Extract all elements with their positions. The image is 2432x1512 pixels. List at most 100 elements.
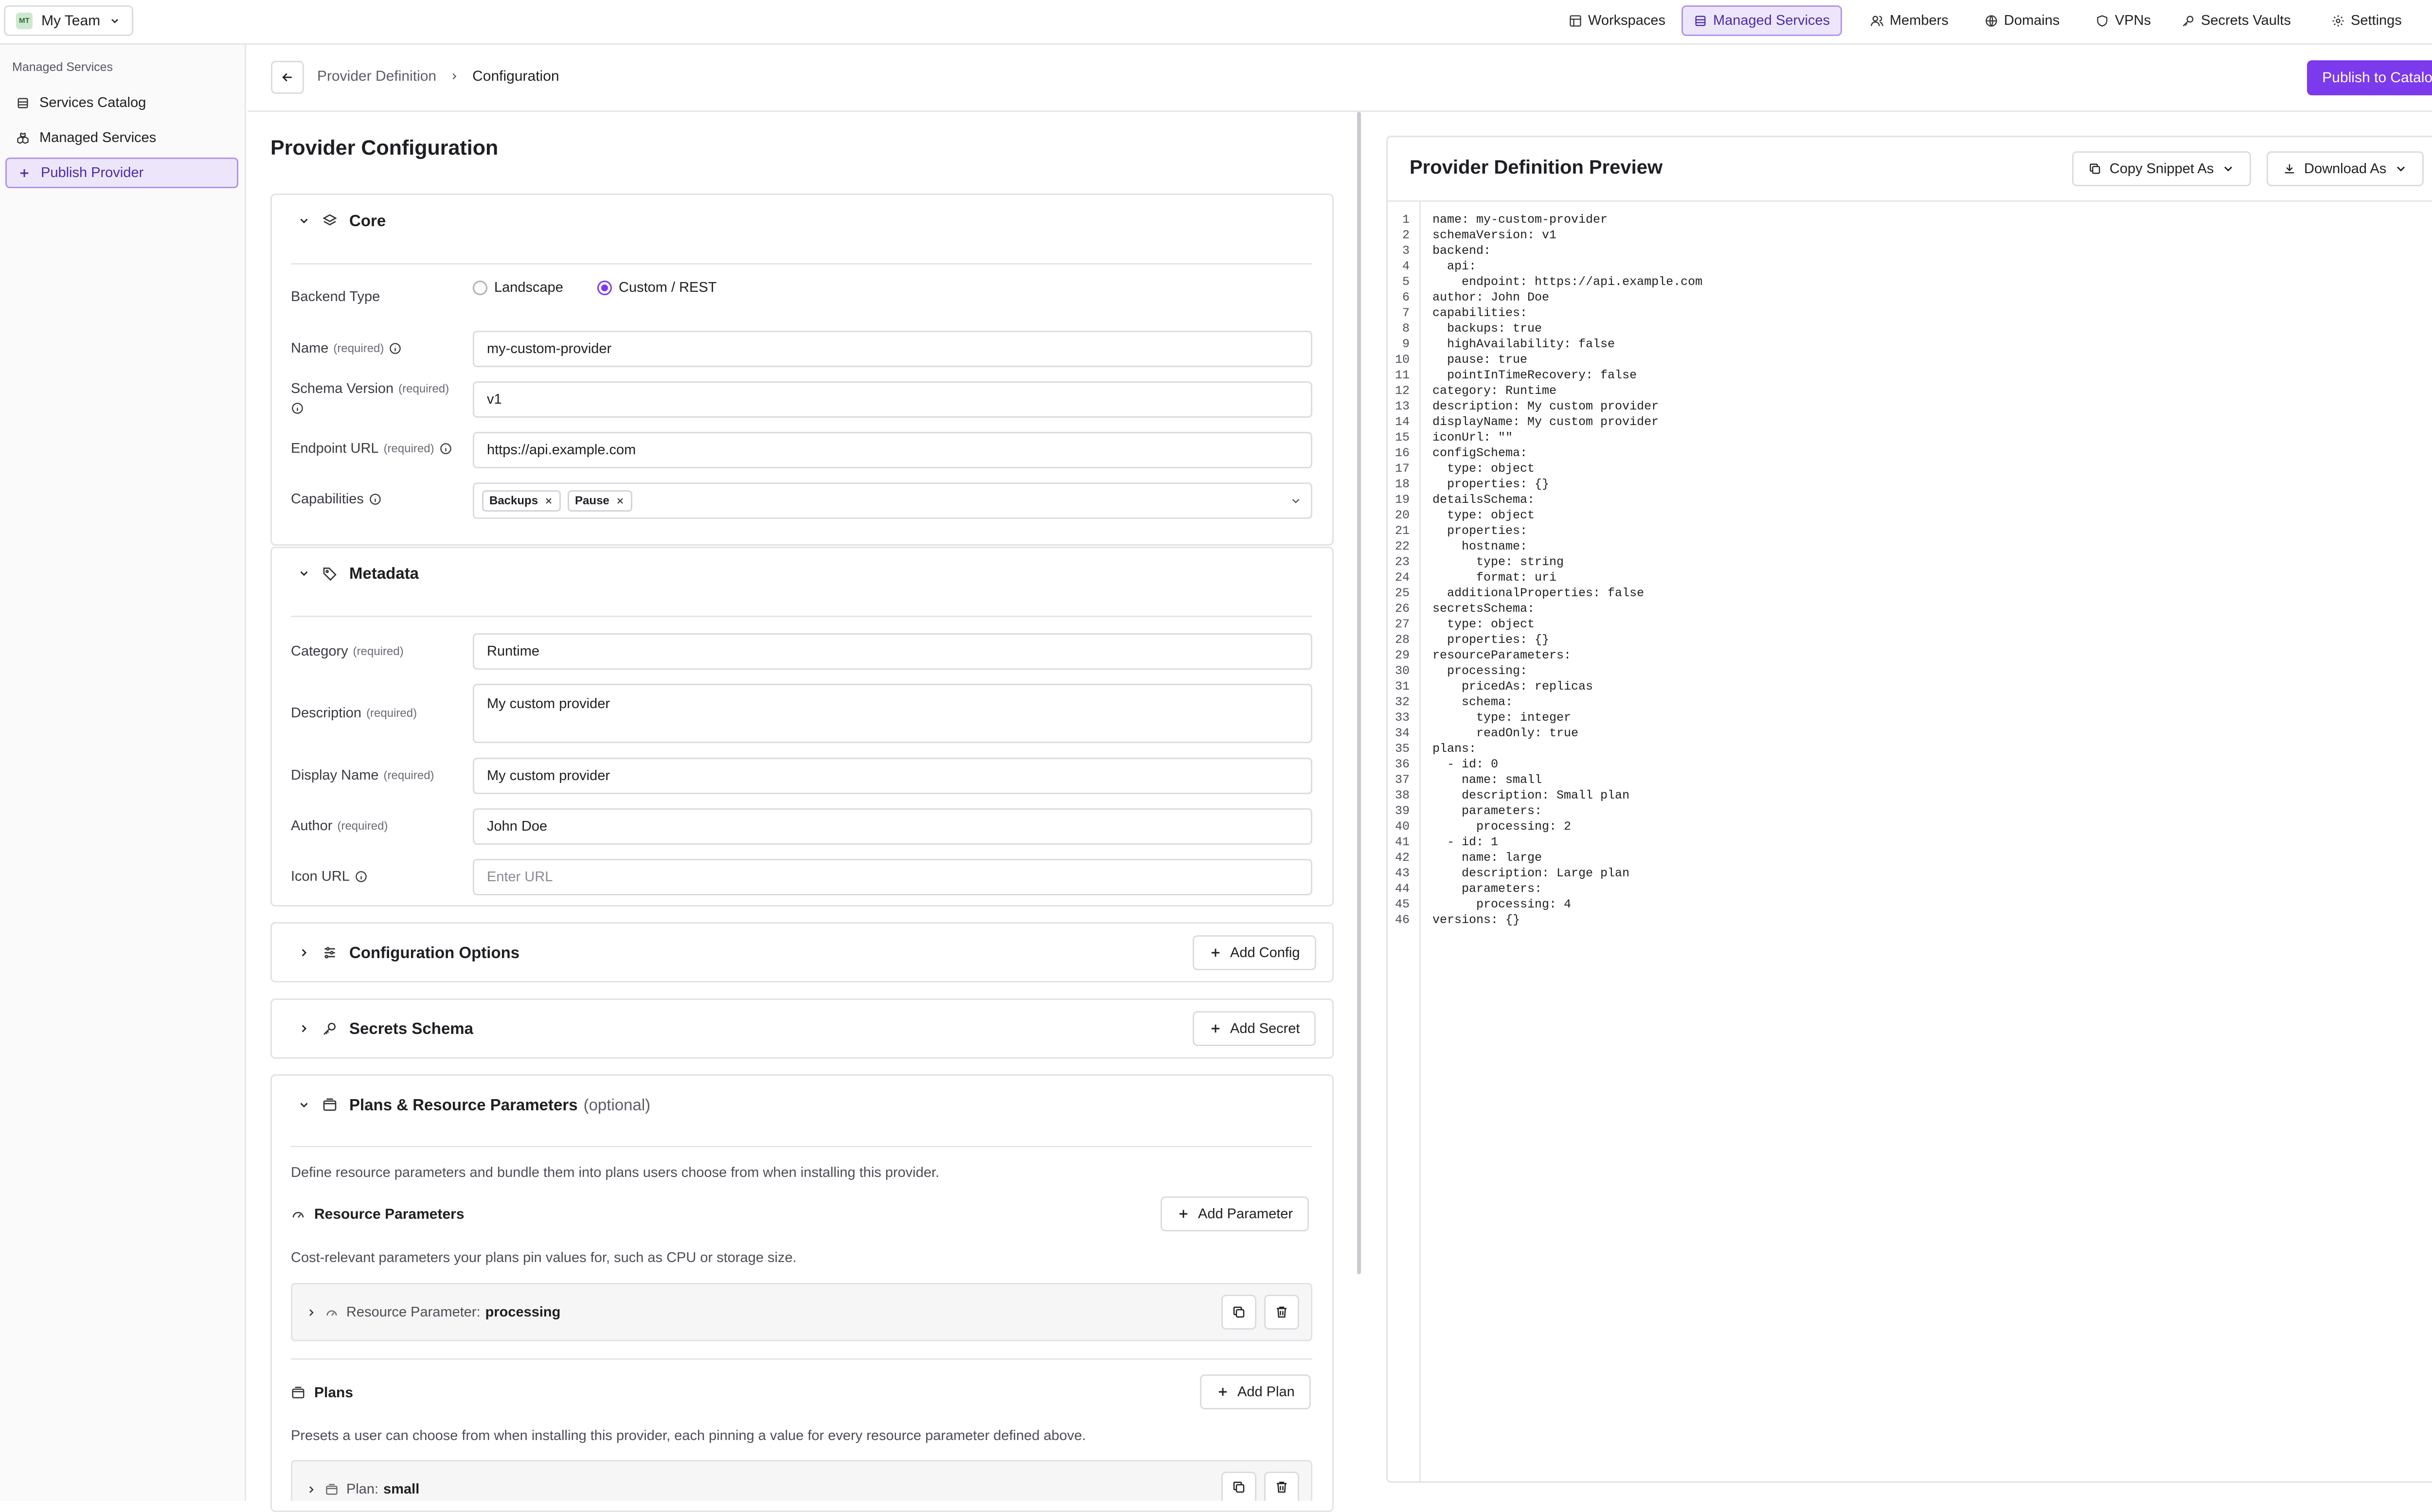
breadcrumb-current: Configuration <box>472 68 559 84</box>
radio-landscape[interactable]: Landscape <box>473 280 563 296</box>
delete-plan-button[interactable] <box>1264 1472 1299 1501</box>
endpoint-url-input[interactable]: https://api.example.com <box>473 432 1312 468</box>
description-textarea[interactable]: My custom provider <box>473 684 1312 743</box>
plans-resource-header[interactable]: Plans & Resource Parameters (optional) <box>298 1096 650 1114</box>
code-line: readOnly: true <box>1432 726 1579 740</box>
sidebar-item-label: Services Catalog <box>39 95 146 110</box>
delete-parameter-button[interactable] <box>1264 1295 1299 1330</box>
line-number: 24 <box>1395 570 1410 585</box>
name-input[interactable]: my-custom-provider <box>473 331 1312 367</box>
info-icon[interactable] <box>389 342 402 355</box>
nav-settings[interactable]: Settings <box>2321 5 2413 36</box>
sidebar-title: Managed Services <box>12 60 113 74</box>
info-icon[interactable] <box>355 870 368 883</box>
team-name: My Team <box>41 12 101 29</box>
code-line: - id: 0 <box>1432 757 1499 771</box>
plan-row[interactable] <box>291 1460 1312 1501</box>
line-number: 19 <box>1395 493 1410 507</box>
resource-parameters-title: Resource Parameters <box>314 1206 465 1222</box>
radio-landscape-label: Landscape <box>494 280 563 295</box>
code-line: processing: 4 <box>1432 897 1572 911</box>
line-number: 15 <box>1395 430 1410 445</box>
required-tag: (required) <box>337 819 388 833</box>
code-line: parameters: <box>1432 882 1542 896</box>
line-number: 3 <box>1402 244 1410 258</box>
nav-domains[interactable]: Domains <box>1974 5 2070 36</box>
code-line: hostname: <box>1432 539 1528 553</box>
download-as-button[interactable]: Download As <box>2267 151 2424 186</box>
line-number: 32 <box>1395 695 1410 709</box>
breadcrumb-parent[interactable]: Provider Definition <box>317 68 436 85</box>
nav-managed-services[interactable]: Managed Services <box>1681 5 1842 36</box>
nav-workspaces[interactable]: Workspaces <box>1558 5 1676 36</box>
required-tag: (required) <box>333 341 384 355</box>
schema-version-label: Schema Version (required) <box>291 381 449 397</box>
duplicate-parameter-button[interactable] <box>1221 1295 1256 1330</box>
info-icon[interactable] <box>439 442 452 455</box>
back-button[interactable] <box>271 61 304 94</box>
add-config-button[interactable]: Add Config <box>1193 935 1316 970</box>
sidebar-item-publish-provider[interactable]: Publish Provider <box>5 158 238 188</box>
core-header[interactable]: Core <box>298 212 386 230</box>
nav-secrets-vaults[interactable]: Secrets Vaults <box>2171 5 2302 36</box>
radio-custom-rest-circle[interactable] <box>597 280 612 295</box>
chip-label: Pause <box>575 494 609 507</box>
copy-snippet-button[interactable]: Copy Snippet As <box>2072 151 2252 186</box>
add-plan-button[interactable]: Add Plan <box>1200 1374 1311 1409</box>
close-icon[interactable] <box>544 496 554 506</box>
schema-version-input[interactable]: v1 <box>473 381 1312 418</box>
category-input[interactable]: Runtime <box>473 633 1312 670</box>
duplicate-plan-button[interactable] <box>1221 1472 1256 1501</box>
plan-prefix: Plan: <box>346 1481 379 1497</box>
line-number: 14 <box>1395 415 1410 429</box>
plans-resource-title: Plans & Resource Parameters <box>349 1096 578 1114</box>
publish-to-catalog-button[interactable]: Publish to Catalog <box>2307 60 2432 95</box>
layers-icon <box>322 214 337 226</box>
line-number: 46 <box>1395 913 1410 927</box>
download-as-label: Download As <box>2304 160 2387 177</box>
sidebar-item-services-catalog[interactable]: Services Catalog <box>5 88 238 118</box>
nav-members[interactable]: Members <box>1860 5 1959 36</box>
chevron-down-icon <box>300 571 308 576</box>
panel-resize-handle[interactable] <box>1357 112 1361 1274</box>
plans-inner-divider <box>291 1358 1312 1360</box>
line-number: 10 <box>1395 353 1410 367</box>
name-label-text: Name <box>291 340 329 356</box>
secrets-schema-header[interactable]: Secrets Schema <box>298 1019 473 1038</box>
info-icon[interactable] <box>291 402 304 415</box>
icon-url-label-text: Icon URL <box>291 869 350 884</box>
configuration-options-header[interactable]: Configuration Options <box>298 943 519 962</box>
radio-landscape-circle[interactable] <box>473 280 487 295</box>
icon-url-input[interactable]: Enter URL <box>473 859 1312 895</box>
endpoint-url-label: Endpoint URL (required) <box>291 441 452 457</box>
code-line: name: my-custom-provider <box>1432 213 1608 227</box>
wallet-icon <box>292 1387 304 1399</box>
tag-icon <box>323 568 337 581</box>
plus-icon <box>1218 1387 1227 1396</box>
resource-parameter-title[interactable]: Resource Parameter: processing <box>305 1304 560 1320</box>
metadata-divider <box>291 616 1312 617</box>
code-preview[interactable]: name: my-custom-provider schemaVersion: v… <box>1432 212 1702 928</box>
add-secret-button[interactable]: Add Secret <box>1193 1011 1316 1046</box>
metadata-header[interactable]: Metadata <box>298 564 419 583</box>
team-switcher[interactable]: MT My Team <box>4 5 133 36</box>
capabilities-select[interactable]: Backups Pause <box>473 482 1312 519</box>
radio-custom-rest[interactable]: Custom / REST <box>597 280 716 296</box>
sidebar-item-managed-services[interactable]: Managed Services <box>5 123 238 153</box>
nav-vpns[interactable]: VPNs <box>2085 5 2162 36</box>
info-icon[interactable] <box>369 493 382 506</box>
gear-icon <box>2332 15 2344 27</box>
team-avatar: MT <box>16 12 33 29</box>
add-parameter-button[interactable]: Add Parameter <box>1161 1196 1309 1231</box>
category-label-text: Category <box>291 643 348 659</box>
plan-title[interactable]: Plan: small <box>305 1481 419 1497</box>
close-icon[interactable] <box>615 496 625 506</box>
globe-icon <box>1985 15 1997 27</box>
preview-title: Provider Definition Preview <box>1410 157 1663 178</box>
display-name-input[interactable]: My custom provider <box>473 758 1312 794</box>
line-number: 38 <box>1395 788 1410 802</box>
copy-icon <box>1233 1306 1245 1318</box>
plans-divider <box>291 1146 1312 1147</box>
code-line: properties: {} <box>1432 477 1550 491</box>
author-input[interactable]: John Doe <box>473 808 1312 845</box>
